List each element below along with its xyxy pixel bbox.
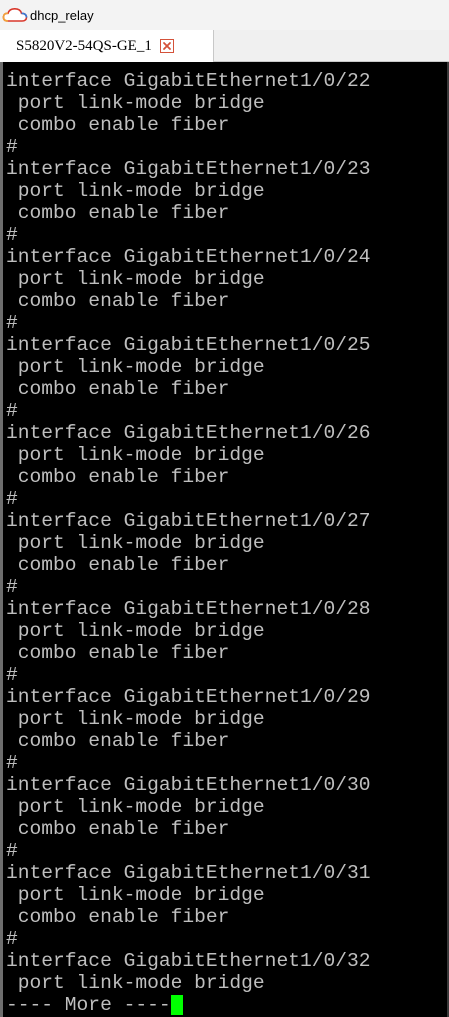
tab-bar: S5820V2-54QS-GE_1 (0, 30, 449, 62)
terminal-line: # (6, 312, 18, 334)
terminal-line: # (6, 928, 18, 950)
terminal-line: # (6, 664, 18, 686)
terminal-line: combo enable fiber (6, 730, 230, 752)
terminal-line: # (6, 576, 18, 598)
terminal-line: interface GigabitEthernet1/0/24 (6, 246, 371, 268)
window-title: dhcp_relay (30, 7, 94, 23)
terminal-line: interface GigabitEthernet1/0/29 (6, 686, 371, 708)
terminal-line: # (6, 840, 18, 862)
terminal-line: combo enable fiber (6, 906, 230, 928)
terminal-line: port link-mode bridge (6, 92, 265, 114)
more-prompt-line: ---- More ---- (6, 994, 371, 1016)
title-bar: dhcp_relay (0, 0, 449, 30)
terminal-line: combo enable fiber (6, 554, 230, 576)
terminal-cursor (170, 995, 183, 1015)
terminal-line: combo enable fiber (6, 202, 230, 224)
tab-session[interactable]: S5820V2-54QS-GE_1 (0, 30, 214, 62)
terminal-line: port link-mode bridge (6, 708, 265, 730)
terminal-line: combo enable fiber (6, 642, 230, 664)
terminal-line: interface GigabitEthernet1/0/32 (6, 950, 371, 972)
terminal-line: port link-mode bridge (6, 356, 265, 378)
terminal-line: interface GigabitEthernet1/0/25 (6, 334, 371, 356)
terminal-line: combo enable fiber (6, 378, 230, 400)
terminal-line: port link-mode bridge (6, 444, 265, 466)
tab-label: S5820V2-54QS-GE_1 (16, 37, 152, 54)
terminal-line: interface GigabitEthernet1/0/28 (6, 598, 371, 620)
terminal-line: interface GigabitEthernet1/0/26 (6, 422, 371, 444)
more-prompt: ---- More ---- (6, 994, 171, 1016)
terminal-line: port link-mode bridge (6, 972, 265, 994)
terminal-line: port link-mode bridge (6, 180, 265, 202)
terminal-line: interface GigabitEthernet1/0/31 (6, 862, 371, 884)
terminal-lines: interface GigabitEthernet1/0/22 port lin… (6, 70, 371, 1016)
terminal-line: # (6, 224, 18, 246)
terminal-line: interface GigabitEthernet1/0/30 (6, 774, 371, 796)
terminal-line: port link-mode bridge (6, 796, 265, 818)
terminal-output[interactable]: interface GigabitEthernet1/0/22 port lin… (0, 62, 449, 1017)
terminal-line: # (6, 752, 18, 774)
terminal-line: combo enable fiber (6, 290, 230, 312)
cloud-icon (2, 6, 28, 24)
terminal-line: # (6, 488, 18, 510)
terminal-line: port link-mode bridge (6, 620, 265, 642)
terminal-line: port link-mode bridge (6, 532, 265, 554)
terminal-line: port link-mode bridge (6, 884, 265, 906)
terminal-line: # (6, 136, 18, 158)
terminal-line: interface GigabitEthernet1/0/22 (6, 70, 371, 92)
terminal-line: interface GigabitEthernet1/0/27 (6, 510, 371, 532)
terminal-line: combo enable fiber (6, 114, 230, 136)
terminal-line: # (6, 400, 18, 422)
close-icon[interactable] (159, 39, 174, 53)
terminal-line: combo enable fiber (6, 818, 230, 840)
terminal-line: interface GigabitEthernet1/0/23 (6, 158, 371, 180)
terminal-line: combo enable fiber (6, 466, 230, 488)
terminal-line: port link-mode bridge (6, 268, 265, 290)
